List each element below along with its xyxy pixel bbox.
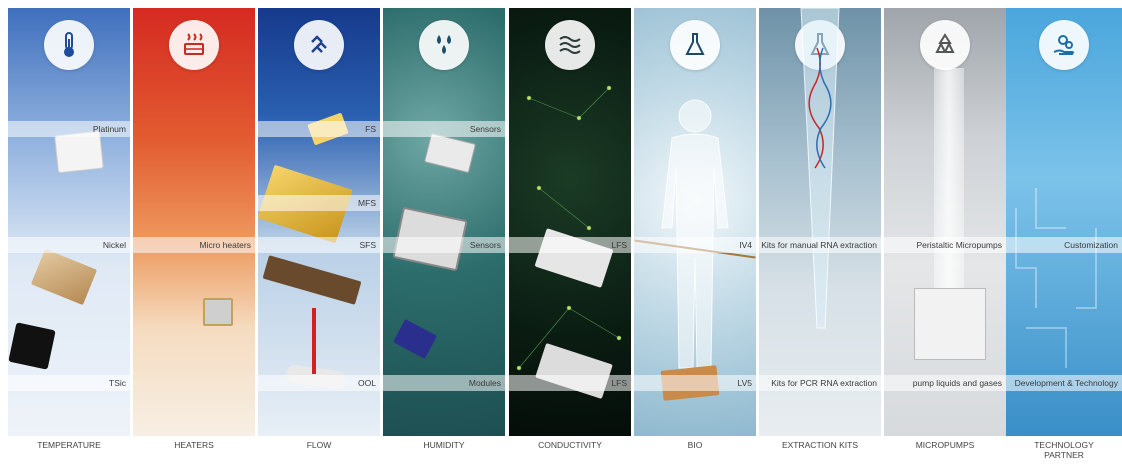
tag-pump-liquids-gases[interactable]: pump liquids and gases: [884, 375, 1006, 391]
flask-icon: [685, 33, 705, 55]
icon-circle: [169, 20, 219, 70]
panel-conductivity[interactable]: LFS LFS: [509, 8, 631, 436]
panel-flow[interactable]: FS MFS SFS OOL: [258, 8, 380, 436]
panel-humidity[interactable]: Sensors Sensors Modules: [383, 8, 505, 436]
category-label[interactable]: HUMIDITY: [383, 440, 505, 450]
micropump-tubes-image: [934, 68, 964, 298]
icon-circle: [44, 20, 94, 70]
recycle-icon: [935, 33, 955, 53]
category-label[interactable]: MICROPUMPS: [884, 440, 1006, 450]
category-label[interactable]: HEATERS: [133, 440, 255, 450]
panel-extraction-kits[interactable]: Kits for manual RNA extraction Kits for …: [759, 8, 881, 436]
tag-mfs[interactable]: MFS: [258, 195, 380, 211]
icon-circle: [670, 20, 720, 70]
tsic-chip-image: [8, 322, 56, 370]
tag-tsic[interactable]: TSic: [8, 375, 130, 391]
tag-iv4[interactable]: IV4: [634, 237, 756, 253]
tag-sensors[interactable]: Sensors: [383, 121, 505, 137]
flow-arrows-icon: [311, 35, 327, 53]
panel-background: [8, 8, 130, 436]
category-label[interactable]: CONDUCTIVITY: [509, 440, 631, 450]
thermometer-icon: [64, 32, 74, 57]
tag-development-technology[interactable]: Development & Technology: [1006, 375, 1122, 391]
panel-background: [133, 8, 255, 436]
circuit-board-decoration: [1015, 188, 1097, 368]
category-label[interactable]: TEMPERATURE: [8, 440, 130, 450]
tag-nickel[interactable]: Nickel: [8, 237, 130, 253]
tag-fs[interactable]: FS: [258, 121, 380, 137]
panel-technology-partner[interactable]: Customization Development & Technology: [1006, 8, 1122, 436]
platinum-sensor-image: [54, 130, 104, 174]
tag-micro-heaters[interactable]: Micro heaters: [133, 237, 255, 253]
category-label[interactable]: EXTRACTION KITS: [759, 440, 881, 450]
tag-customization[interactable]: Customization: [1006, 237, 1122, 253]
tag-manual-rna-kits[interactable]: Kits for manual RNA extraction: [759, 237, 881, 253]
category-label[interactable]: TECHNOLOGY PARTNER: [1003, 440, 1122, 460]
panel-micropumps[interactable]: Peristaltic Micropumps pump liquids and …: [884, 8, 1006, 436]
tag-sensors[interactable]: Sensors: [383, 237, 505, 253]
panel-heaters[interactable]: Micro heaters: [133, 8, 255, 436]
panel-bio[interactable]: IV4 LV5: [634, 8, 756, 436]
pipette-tip-illustration: [800, 8, 840, 329]
micropump-block-image: [914, 288, 986, 360]
icon-circle: [294, 20, 344, 70]
tag-sfs[interactable]: SFS: [258, 237, 380, 253]
icon-circle: [920, 20, 970, 70]
tag-lfs[interactable]: LFS: [509, 375, 631, 391]
micro-heater-image: [203, 298, 233, 326]
heater-icon: [184, 33, 204, 55]
category-label[interactable]: FLOW: [258, 440, 380, 450]
ool-probe-image: [312, 308, 316, 374]
category-label[interactable]: BIO: [634, 440, 756, 450]
tag-lv5[interactable]: LV5: [634, 375, 756, 391]
tag-modules[interactable]: Modules: [383, 375, 505, 391]
tag-pcr-rna-kits[interactable]: Kits for PCR RNA extraction: [759, 375, 881, 391]
tag-peristaltic-micropumps[interactable]: Peristaltic Micropumps: [884, 237, 1006, 253]
icon-circle: [419, 20, 469, 70]
tag-ool[interactable]: OOL: [258, 375, 380, 391]
tag-lfs[interactable]: LFS: [509, 237, 631, 253]
panel-temperature[interactable]: Platinum Nickel TSic: [8, 8, 130, 436]
tag-platinum[interactable]: Platinum: [8, 121, 130, 137]
droplets-icon: [437, 35, 451, 54]
